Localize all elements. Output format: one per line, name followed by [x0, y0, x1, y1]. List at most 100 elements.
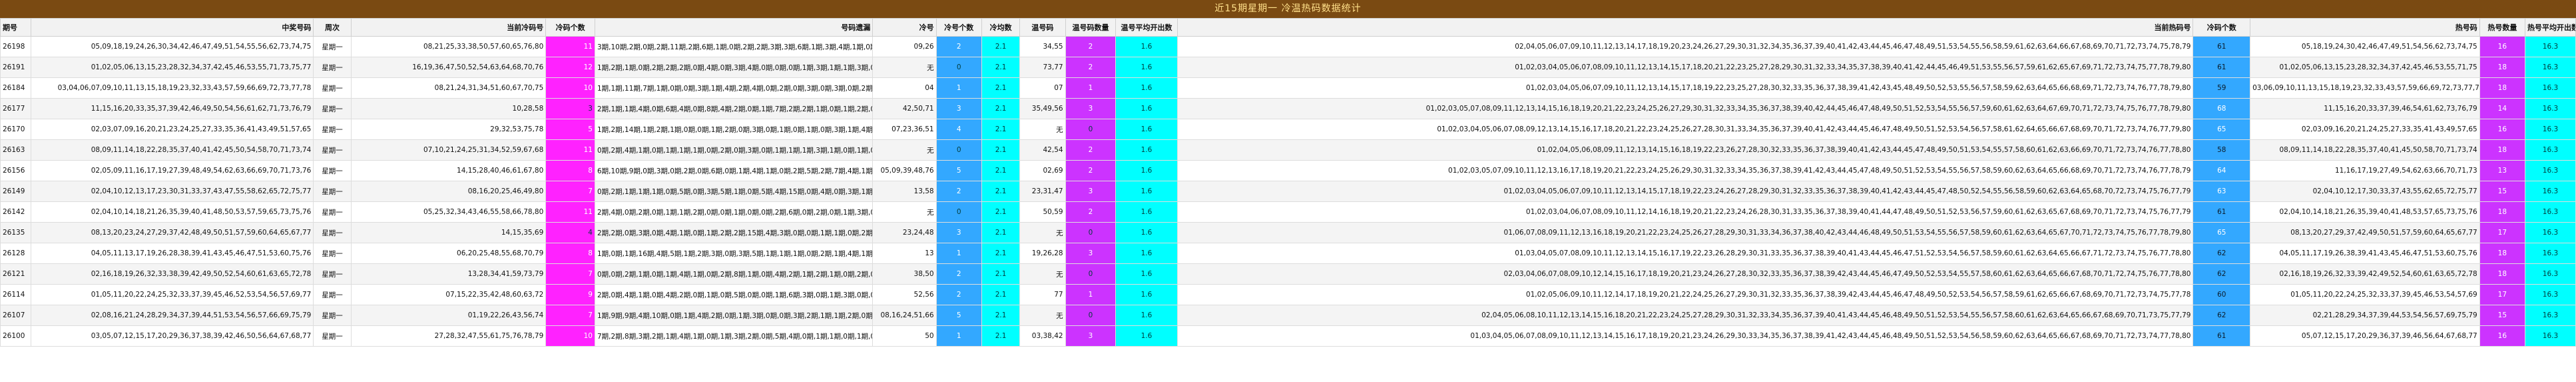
miss-periods: 0期,2期,4期,1期,0期,1期,1期,1期,0期,2期,0期,3期,0期,1…	[594, 139, 874, 161]
hot-average: 16.3	[2525, 222, 2576, 243]
row-id: 26170	[0, 119, 31, 140]
cold-hits: 42,50,71	[872, 98, 937, 119]
cold-count: 8	[545, 243, 595, 264]
row-id: 26121	[0, 263, 31, 285]
hot-numbers: 05,07,12,15,17,20,29,36,37,39,46,56,64,6…	[2250, 325, 2480, 347]
cold-hits: 07,23,36,51	[872, 119, 937, 140]
cold-hits: 38,50	[872, 263, 937, 285]
col-header: 冷码个数	[2192, 18, 2251, 37]
winning-numbers: 08,09,11,14,18,22,28,35,37,40,41,42,45,5…	[30, 139, 314, 161]
hot-average: 16.3	[2525, 201, 2576, 223]
cold-count: 11	[545, 139, 595, 161]
winning-numbers: 02,05,09,11,16,17,19,27,39,48,49,54,62,6…	[30, 160, 314, 181]
stats-table: 期号 中奖号码 周次 当前冷码号 冷码个数 号码遗漏 冷号 冷号个数 冷均数 温…	[0, 18, 2576, 347]
cold-count: 5	[545, 119, 595, 140]
cold-average: 2.1	[981, 36, 1021, 57]
cold-count: 7	[545, 181, 595, 202]
cold-numbers: 08,21,25,33,38,50,57,60,65,76,80	[350, 36, 547, 57]
weekday: 星期一	[313, 36, 352, 57]
hot-count: 18	[2479, 243, 2526, 264]
hot-pool-count: 61	[2192, 36, 2251, 57]
cold-numbers: 14,15,28,40,46,61,67,80	[350, 160, 547, 181]
cold-numbers: 14,15,35,69	[350, 222, 547, 243]
hot-average: 16.3	[2525, 77, 2576, 99]
winning-numbers: 02,04,10,14,18,21,26,35,39,40,41,48,50,5…	[30, 201, 314, 223]
warm-average: 1.6	[1115, 98, 1178, 119]
warm-numbers: 23,31,47	[1019, 181, 1066, 202]
row-id: 26184	[0, 77, 31, 99]
hot-pool: 01,02,05,06,09,10,11,12,14,17,18,19,20,2…	[1176, 284, 2194, 305]
warm-numbers: 50,59	[1019, 201, 1066, 223]
cold-hit-count: 3	[935, 98, 982, 119]
warm-average: 1.6	[1115, 160, 1178, 181]
warm-count: 0	[1065, 263, 1117, 285]
warm-count: 3	[1065, 98, 1117, 119]
col-header: 冷号	[872, 18, 937, 37]
hot-pool: 02,04,05,06,07,09,10,11,12,13,14,17,18,1…	[1176, 36, 2194, 57]
cold-hits: 09,26	[872, 36, 937, 57]
warm-numbers: 19,26,28	[1019, 243, 1066, 264]
col-header: 温号平均开出数	[1115, 18, 1178, 37]
miss-periods: 2期,0期,4期,1期,0期,4期,2期,0期,1期,0期,5期,0期,0期,1…	[594, 284, 874, 305]
winning-numbers: 01,02,05,06,13,15,23,28,32,34,37,42,45,4…	[30, 57, 314, 78]
cold-average: 2.1	[981, 222, 1021, 243]
cold-count: 10	[545, 77, 595, 99]
cold-numbers: 13,28,34,41,59,73,79	[350, 263, 547, 285]
cold-numbers: 10,28,58	[350, 98, 547, 119]
hot-numbers: 08,13,20,27,29,37,42,49,50,51,57,59,60,6…	[2250, 222, 2480, 243]
miss-periods: 6期,10期,9期,0期,3期,0期,2期,0期,6期,0期,1期,4期,1期,…	[594, 160, 874, 181]
hot-pool-count: 62	[2192, 263, 2251, 285]
col-header: 温号码数量	[1065, 18, 1117, 37]
hot-average: 16.3	[2525, 284, 2576, 305]
hot-numbers: 02,16,18,19,26,32,33,39,42,49,52,54,60,6…	[2250, 263, 2480, 285]
warm-numbers: 07	[1019, 77, 1066, 99]
hot-pool-count: 58	[2192, 139, 2251, 161]
table-row: 26121 02,16,18,19,26,32,33,38,39,42,49,50…	[0, 263, 2576, 285]
winning-numbers: 02,16,18,19,26,32,33,38,39,42,49,50,52,5…	[30, 263, 314, 285]
hot-count: 18	[2479, 77, 2526, 99]
hot-average: 16.3	[2525, 139, 2576, 161]
warm-count: 3	[1065, 181, 1117, 202]
cold-average: 2.1	[981, 98, 1021, 119]
hot-count: 18	[2479, 263, 2526, 285]
hot-pool: 02,03,04,06,07,08,09,10,12,14,15,16,17,1…	[1176, 263, 2194, 285]
hot-average: 16.3	[2525, 57, 2576, 78]
warm-average: 1.6	[1115, 77, 1178, 99]
hot-pool-count: 65	[2192, 222, 2251, 243]
cold-count: 7	[545, 305, 595, 326]
hot-numbers: 11,15,16,20,33,37,39,46,54,61,62,73,76,7…	[2250, 98, 2480, 119]
cold-numbers: 05,25,32,34,43,46,55,58,66,78,80	[350, 201, 547, 223]
cold-average: 2.1	[981, 139, 1021, 161]
hot-numbers: 03,06,09,10,11,13,15,18,19,23,32,33,43,5…	[2250, 77, 2480, 99]
col-header: 期号	[0, 18, 31, 37]
cold-count: 7	[545, 263, 595, 285]
winning-numbers: 03,04,06,07,09,10,11,13,15,18,19,23,32,3…	[30, 77, 314, 99]
cold-hit-count: 0	[935, 139, 982, 161]
table-row: 26163 08,09,11,14,18,22,28,35,37,40,41,42…	[0, 139, 2576, 161]
cold-hits: 23,24,48	[872, 222, 937, 243]
cold-hits: 08,16,24,51,66	[872, 305, 937, 326]
cold-numbers: 27,28,32,47,55,61,75,76,78,79	[350, 325, 547, 347]
cold-hit-count: 5	[935, 305, 982, 326]
row-id: 26149	[0, 181, 31, 202]
col-header: 冷号个数	[935, 18, 982, 37]
hot-count: 16	[2479, 119, 2526, 140]
hot-count: 13	[2479, 160, 2526, 181]
row-id: 26135	[0, 222, 31, 243]
cold-hits: 52,56	[872, 284, 937, 305]
cold-numbers: 01,19,22,26,43,56,74	[350, 305, 547, 326]
table-row: 26156 02,05,09,11,16,17,19,27,39,48,49,54…	[0, 160, 2576, 181]
table-row: 26177 11,15,16,20,33,35,37,39,42,46,49,50…	[0, 98, 2576, 119]
weekday: 星期一	[313, 325, 352, 347]
miss-periods: 7期,2期,8期,3期,2期,1期,4期,1期,0期,1期,3期,2期,0期,5…	[594, 325, 874, 347]
table-header-row: 期号 中奖号码 周次 当前冷码号 冷码个数 号码遗漏 冷号 冷号个数 冷均数 温…	[0, 18, 2576, 37]
warm-count: 2	[1065, 201, 1117, 223]
hot-numbers: 08,09,11,14,18,22,28,35,37,40,41,45,50,5…	[2250, 139, 2480, 161]
warm-count: 0	[1065, 305, 1117, 326]
cold-average: 2.1	[981, 325, 1021, 347]
hot-numbers: 05,18,19,24,30,42,46,47,49,51,54,56,62,7…	[2250, 36, 2480, 57]
warm-average: 1.6	[1115, 325, 1178, 347]
winning-numbers: 05,09,18,19,24,26,30,34,42,46,47,49,51,5…	[30, 36, 314, 57]
cold-average: 2.1	[981, 119, 1021, 140]
cold-numbers: 08,21,24,31,34,51,60,67,70,75	[350, 77, 547, 99]
